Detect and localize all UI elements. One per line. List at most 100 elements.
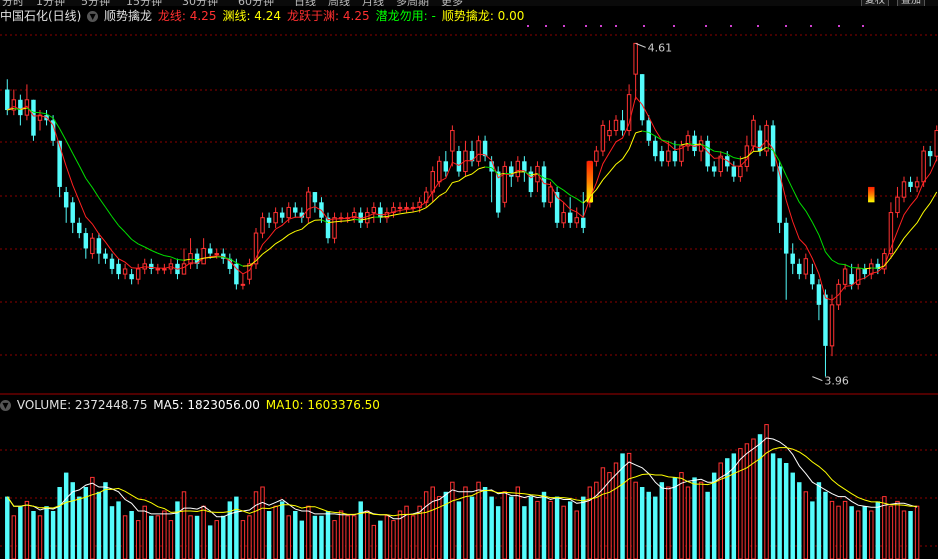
volume-bar-down: [469, 496, 475, 559]
ma-trend-line: [445, 182, 453, 193]
ma-trend-line: [124, 231, 133, 240]
candle-down: [325, 217, 331, 239]
candle-down: [646, 120, 651, 141]
volume-bar-up: [502, 491, 507, 559]
volume-bar-down: [63, 472, 69, 559]
ma-trend-line: [78, 165, 87, 179]
volume-bar-down: [5, 496, 10, 559]
candle-up: [306, 191, 311, 219]
volume-bar-up: [633, 481, 638, 559]
candle-up: [273, 212, 278, 224]
candle-down: [77, 222, 82, 234]
volume-bar-up: [24, 500, 30, 559]
volume-bar-down: [325, 511, 331, 559]
candle-down: [770, 125, 776, 167]
volume-bar-up: [901, 510, 907, 559]
signal-dot: [585, 25, 587, 27]
signal-dot: [838, 25, 840, 27]
ma-trend-line: [354, 218, 361, 221]
volume-bar-up: [803, 491, 809, 559]
volume-bar-up: [450, 481, 455, 559]
volume-bar-down: [659, 482, 665, 559]
candle-down: [581, 217, 586, 228]
volume-bar-down: [823, 491, 828, 559]
volume-bar-up: [142, 505, 147, 559]
candle-up: [135, 268, 141, 280]
candle-up: [613, 119, 619, 132]
volume-bar-up: [240, 520, 246, 559]
candlestick-chart[interactable]: 4.61 3.96: [0, 0, 938, 559]
candle-down: [70, 202, 75, 223]
candle-down: [149, 263, 154, 269]
signal-dot: [673, 25, 675, 27]
ma-trend-line: [98, 197, 106, 208]
volume-bar-down: [495, 506, 501, 559]
candle-up: [914, 181, 920, 188]
candle-up: [162, 268, 167, 271]
volume-bar-down: [810, 501, 815, 559]
ma-trend-line: [792, 188, 800, 203]
volume-bar-up: [351, 515, 357, 559]
ma-trend-line: [210, 256, 217, 258]
ma-trend-line: [177, 259, 185, 261]
ma-trend-line: [844, 264, 852, 269]
ma-trend-line: [694, 143, 702, 146]
candle-down: [5, 89, 10, 111]
volume-bar-up: [698, 481, 704, 559]
ma-trend-line: [308, 219, 316, 224]
candle-down: [443, 161, 449, 172]
candle-down: [927, 151, 933, 157]
candle-up: [240, 283, 246, 286]
signal-dot: [563, 25, 565, 27]
ma-trend-line: [465, 173, 473, 177]
candle-up: [574, 217, 579, 224]
candle-down: [908, 181, 913, 187]
volume-bar-down: [312, 515, 318, 559]
ma-trend-line: [903, 229, 911, 239]
volume-bar-up: [869, 510, 874, 559]
volume-bar-up: [391, 520, 396, 559]
volume-bar-up: [168, 520, 174, 559]
ma-trend-line: [550, 179, 558, 187]
ma-trend-line: [105, 206, 113, 217]
volume-bar-up: [836, 505, 841, 559]
ma-trend-line: [164, 255, 172, 258]
volume-bar-down: [797, 482, 802, 559]
volume-bar-down: [234, 496, 239, 559]
volume-bar-up: [273, 505, 278, 559]
candle-down: [810, 274, 815, 285]
candle-up: [181, 263, 187, 275]
candle-down: [567, 212, 573, 223]
candle-down: [639, 74, 645, 121]
ma-trend-line: [393, 213, 401, 216]
volume-bar-up: [90, 476, 95, 559]
candle-down: [659, 151, 665, 162]
ma-trend-line: [334, 220, 342, 223]
ma-trend-line: [39, 112, 47, 115]
ma-trend-line: [733, 157, 741, 160]
candle-down: [57, 140, 62, 187]
volume-bar-down: [456, 501, 462, 559]
candle-down: [109, 258, 115, 269]
annotation-label: 4.61: [648, 41, 673, 54]
candle-up: [633, 42, 638, 75]
volume-bar-down: [509, 496, 514, 559]
candle-down: [783, 222, 789, 254]
volume-bar-down: [849, 506, 854, 559]
volume-bar-up: [515, 486, 521, 559]
signal-dot: [862, 25, 864, 27]
volume-bar-up: [201, 505, 206, 559]
ma-trend-line: [609, 163, 617, 173]
candle-up: [561, 212, 566, 224]
candle-up: [895, 196, 900, 214]
ma-trend-line: [65, 140, 74, 154]
ma-trend-line: [281, 234, 290, 241]
volume-bar-down: [783, 463, 789, 559]
ma-trend-line: [262, 248, 270, 255]
ma-trend-line: [85, 178, 93, 188]
signal-dot: [705, 25, 707, 27]
candle-up: [751, 119, 756, 147]
ma-trend-line: [295, 228, 302, 232]
signal-dot: [545, 25, 547, 27]
ma-trend-line: [811, 221, 820, 236]
